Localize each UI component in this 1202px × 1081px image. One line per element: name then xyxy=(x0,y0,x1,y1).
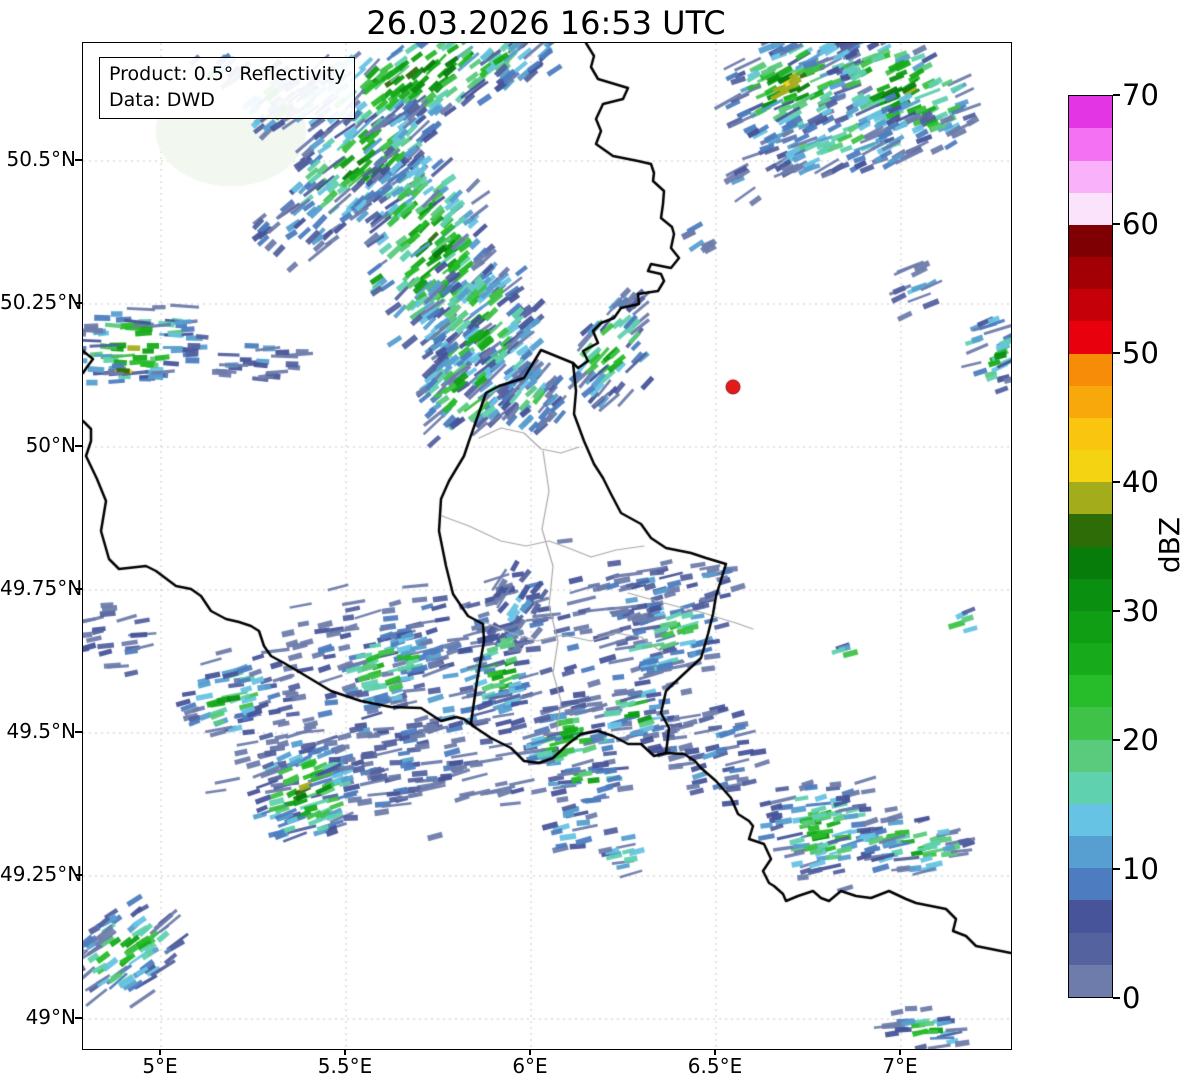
x-tick-label: 6.5°E xyxy=(687,1054,743,1078)
colorbar-level-65dbz xyxy=(1069,128,1112,161)
colorbar-tick-label: 30 xyxy=(1122,594,1159,628)
y-tick-mark xyxy=(75,874,82,876)
colorbar-level-30dbz xyxy=(1069,578,1112,611)
colorbar-level-45dbz xyxy=(1069,385,1112,418)
colorbar-level-2.5dbz xyxy=(1069,932,1112,965)
colorbar-level-62.5dbz xyxy=(1069,160,1112,193)
colorbar-level-10dbz xyxy=(1069,836,1112,869)
x-tick-mark xyxy=(529,1049,531,1055)
colorbar-level-67.5dbz xyxy=(1069,96,1112,129)
colorbar-tick-label: 50 xyxy=(1122,336,1159,370)
colorbar-tick-label: 40 xyxy=(1122,465,1159,499)
colorbar-level-55dbz xyxy=(1069,257,1112,290)
colorbar-level-15dbz xyxy=(1069,771,1112,804)
colorbar-tick-label: 10 xyxy=(1122,852,1159,886)
y-tick-mark xyxy=(75,159,82,161)
x-tick-mark xyxy=(714,1049,716,1055)
colorbar-level-0dbz xyxy=(1069,964,1112,997)
colorbar-tick-mark xyxy=(1113,997,1120,999)
colorbar-tick-mark xyxy=(1113,868,1120,870)
colorbar-tick-label: 0 xyxy=(1122,981,1141,1015)
colorbar-tick-mark xyxy=(1113,481,1120,483)
y-tick-label: 49.75°N xyxy=(0,576,83,600)
x-tick-mark xyxy=(899,1049,901,1055)
colorbar-tick-mark xyxy=(1113,223,1120,225)
y-tick-mark xyxy=(75,588,82,590)
y-tick-mark xyxy=(75,731,82,733)
colorbar-tick-mark xyxy=(1113,739,1120,741)
colorbar-level-52.5dbz xyxy=(1069,289,1112,322)
y-tick-label: 49.5°N xyxy=(6,719,77,743)
colorbar-level-35dbz xyxy=(1069,514,1112,547)
x-tick-mark xyxy=(159,1049,161,1055)
data-source-line: Data: DWD xyxy=(109,89,215,111)
colorbar-level-47.5dbz xyxy=(1069,353,1112,386)
x-tick-label: 5°E xyxy=(142,1054,178,1078)
colorbar-tick-label: 20 xyxy=(1122,723,1159,757)
colorbar-level-42.5dbz xyxy=(1069,417,1112,451)
colorbar-level-22.5dbz xyxy=(1069,675,1112,708)
y-tick-label: 49.25°N xyxy=(0,862,83,886)
colorbar-tick-label: 60 xyxy=(1122,207,1159,241)
product-line: Product: 0.5° Reflectivity xyxy=(109,63,346,85)
radar-map-canvas xyxy=(83,43,1011,1049)
x-tick-mark xyxy=(344,1049,346,1055)
map-plot: Product: 0.5° Reflectivity Data: DWD xyxy=(82,42,1012,1050)
colorbar-level-20dbz xyxy=(1069,707,1112,740)
y-tick-label: 50.5°N xyxy=(6,147,77,171)
colorbar-level-37.5dbz xyxy=(1069,482,1112,515)
colorbar-tick-mark xyxy=(1113,94,1120,96)
colorbar-tick-mark xyxy=(1113,610,1120,612)
product-info-box: Product: 0.5° Reflectivity Data: DWD xyxy=(99,57,356,119)
colorbar-tick-mark xyxy=(1113,352,1120,354)
x-tick-label: 6°E xyxy=(512,1054,548,1078)
y-tick-mark xyxy=(75,1017,82,1019)
y-tick-label: 50°N xyxy=(25,433,76,457)
figure-title: 26.03.2026 16:53 UTC xyxy=(366,4,726,42)
colorbar-level-7.5dbz xyxy=(1069,868,1112,901)
y-tick-label: 49°N xyxy=(25,1005,76,1029)
colorbar-level-5dbz xyxy=(1069,900,1112,933)
y-tick-label: 50.25°N xyxy=(0,290,83,314)
x-tick-label: 7°E xyxy=(882,1054,918,1078)
colorbar xyxy=(1068,95,1113,998)
y-tick-mark xyxy=(75,302,82,304)
colorbar-tick-label: 70 xyxy=(1122,78,1159,112)
colorbar-level-57.5dbz xyxy=(1069,224,1112,258)
colorbar-level-12.5dbz xyxy=(1069,803,1112,837)
colorbar-level-27.5dbz xyxy=(1069,610,1112,644)
colorbar-level-32.5dbz xyxy=(1069,546,1112,579)
colorbar-level-50dbz xyxy=(1069,321,1112,354)
radar-figure: 26.03.2026 16:53 UTC Product: 0.5° Refle… xyxy=(0,0,1202,1081)
colorbar-level-17.5dbz xyxy=(1069,739,1112,772)
y-tick-mark xyxy=(75,445,82,447)
colorbar-level-60dbz xyxy=(1069,192,1112,225)
x-tick-label: 5.5°E xyxy=(317,1054,373,1078)
colorbar-unit-label: dBZ xyxy=(1153,516,1186,574)
colorbar-level-25dbz xyxy=(1069,643,1112,676)
colorbar-level-40dbz xyxy=(1069,450,1112,483)
